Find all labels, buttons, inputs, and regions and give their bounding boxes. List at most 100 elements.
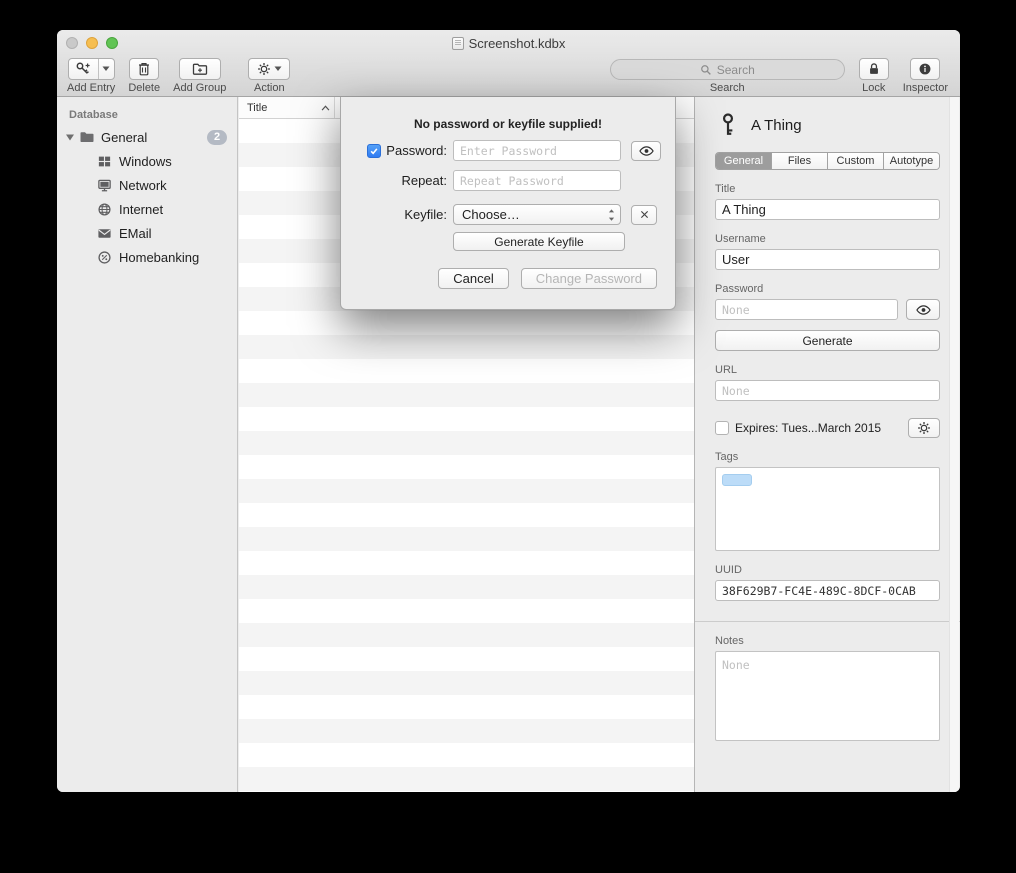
info-icon [918, 62, 932, 76]
gear-icon [917, 421, 931, 435]
sidebar-item-label: EMail [119, 226, 152, 241]
inspector-scrollbar[interactable] [949, 97, 959, 792]
expires-row: Expires: Tues...March 2015 [715, 418, 940, 438]
expires-checkbox[interactable] [715, 421, 729, 435]
window-title: Screenshot.kdbx [57, 30, 960, 56]
sidebar: Database General 2 [57, 97, 238, 792]
search-input[interactable]: Search [610, 59, 845, 80]
search-label: Search [710, 82, 745, 94]
dialog-repeat-label: Repeat: [401, 173, 447, 188]
repeat-row: Repeat: [341, 170, 675, 191]
tab-autotype[interactable]: Autotype [884, 153, 939, 169]
sort-ascending-icon [321, 105, 330, 111]
desktop-background: Screenshot.kdbx [0, 0, 1016, 873]
sidebar-item-email[interactable]: EMail [57, 221, 237, 245]
tab-custom[interactable]: Custom [828, 153, 884, 169]
sidebar-item-internet[interactable]: Internet [57, 197, 237, 221]
dialog-reveal-password-button[interactable] [631, 141, 661, 161]
dialog-actions: Cancel Change Password [341, 268, 675, 289]
sidebar-group-label: General [101, 130, 147, 145]
sidebar-item-windows[interactable]: Windows [57, 149, 237, 173]
key-icon [719, 113, 737, 137]
tag-chip[interactable] [722, 474, 752, 486]
keyfile-row: Keyfile: Choose… [341, 204, 675, 225]
tool-action: Action [248, 58, 290, 94]
change-password-dialog: No password or keyfile supplied! Passwor… [340, 97, 676, 310]
sidebar-section-header: Database [57, 97, 237, 125]
window-titlebar[interactable]: Screenshot.kdbx [57, 30, 960, 56]
close-x-icon [639, 209, 650, 220]
globe-icon [97, 202, 112, 217]
generate-password-button[interactable]: Generate [715, 330, 940, 351]
tab-files[interactable]: Files [772, 153, 828, 169]
password-enabled-checkbox[interactable] [367, 144, 381, 158]
username-field-label: Username [715, 233, 940, 245]
change-password-button[interactable]: Change Password [521, 268, 657, 289]
clear-keyfile-button[interactable] [631, 205, 657, 225]
dialog-password-label: Password: [386, 143, 447, 158]
column-header-title[interactable]: Title [239, 102, 334, 114]
tool-lock: Lock [859, 58, 889, 94]
percent-icon [97, 250, 112, 265]
inspector-tabs: General Files Custom Autotype [715, 152, 940, 170]
inspector-divider [695, 621, 960, 622]
password-field[interactable] [715, 299, 898, 320]
envelope-icon [97, 226, 112, 241]
delete-button[interactable] [129, 58, 159, 80]
tool-add-group: Add Group [173, 58, 226, 94]
tool-search: Search Search [610, 58, 845, 94]
expires-settings-button[interactable] [908, 418, 940, 438]
tab-general[interactable]: General [716, 153, 772, 169]
dialog-password-input[interactable] [453, 140, 621, 161]
action-button[interactable] [248, 58, 290, 80]
document-icon [452, 37, 464, 50]
chevron-down-icon [102, 66, 110, 72]
eye-icon [639, 145, 654, 157]
tags-box[interactable] [715, 467, 940, 551]
lock-button[interactable] [859, 58, 889, 80]
lock-label: Lock [862, 82, 885, 94]
uuid-label: UUID [715, 564, 940, 576]
title-field[interactable] [715, 199, 940, 220]
dialog-repeat-input[interactable] [453, 170, 621, 191]
sidebar-group-general[interactable]: General 2 [57, 125, 237, 149]
check-icon [369, 146, 379, 156]
reveal-password-button[interactable] [906, 299, 940, 320]
sidebar-item-label: Homebanking [119, 250, 199, 265]
add-entry-button[interactable] [68, 58, 115, 80]
title-field-label: Title [715, 183, 940, 195]
password-row: Password: [341, 140, 675, 161]
action-label: Action [254, 82, 285, 94]
url-field[interactable] [715, 380, 940, 401]
notes-textarea[interactable]: None [715, 651, 940, 741]
search-placeholder: Search [717, 63, 755, 77]
popup-arrows-icon [607, 208, 616, 222]
dialog-message: No password or keyfile supplied! [341, 117, 675, 131]
inspector-button[interactable] [910, 58, 940, 80]
add-group-label: Add Group [173, 82, 226, 94]
keyfile-popup[interactable]: Choose… [453, 204, 621, 225]
sidebar-item-homebanking[interactable]: Homebanking [57, 245, 237, 269]
disclosure-triangle-icon[interactable] [65, 132, 75, 142]
sidebar-item-network[interactable]: Network [57, 173, 237, 197]
key-plus-icon [75, 61, 91, 77]
expires-label: Expires: Tues...March 2015 [735, 421, 881, 435]
uuid-field[interactable] [715, 580, 940, 601]
username-field[interactable] [715, 249, 940, 270]
cancel-button[interactable]: Cancel [438, 268, 508, 289]
notes-placeholder: None [722, 658, 750, 672]
tool-add-entry: Add Entry [67, 58, 115, 94]
sidebar-item-label: Windows [119, 154, 172, 169]
computer-icon [97, 178, 112, 193]
folder-plus-icon [192, 61, 208, 77]
generate-keyfile-button[interactable]: Generate Keyfile [453, 232, 625, 251]
tool-inspector: Inspector [903, 58, 948, 94]
toolbar: Add Entry Delete [57, 56, 960, 97]
magnifier-icon [700, 64, 712, 76]
app-window: Screenshot.kdbx [57, 30, 960, 792]
add-group-button[interactable] [179, 58, 221, 80]
inspector-label: Inspector [903, 82, 948, 94]
window-chrome: Screenshot.kdbx [57, 30, 960, 97]
inspector-entry-title: A Thing [751, 117, 802, 134]
window-title-text: Screenshot.kdbx [469, 36, 566, 51]
